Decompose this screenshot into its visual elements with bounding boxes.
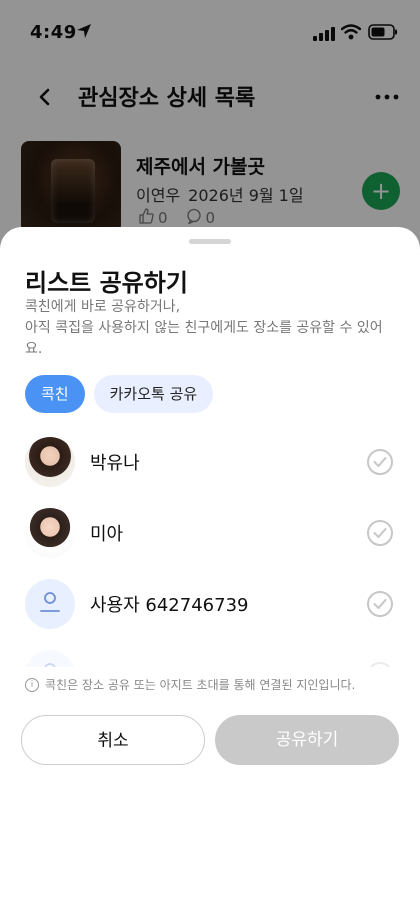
friend-row[interactable]: 박유나 bbox=[0, 432, 420, 492]
share-tabs: 콕친 카카오톡 공유 bbox=[25, 375, 214, 413]
select-check-icon[interactable] bbox=[367, 591, 393, 617]
friend-row[interactable] bbox=[0, 645, 420, 667]
avatar bbox=[25, 508, 75, 558]
share-button[interactable]: 공유하기 bbox=[215, 715, 399, 765]
avatar bbox=[25, 650, 75, 667]
sheet-title: 리스트 공유하기 bbox=[25, 269, 188, 297]
tab-kakaotalk-share[interactable]: 카카오톡 공유 bbox=[93, 375, 214, 413]
friend-list[interactable]: 박유나 미아 사용자 642746739 bbox=[0, 432, 420, 667]
avatar bbox=[25, 437, 75, 487]
sheet-grabber[interactable] bbox=[189, 239, 231, 244]
select-check-icon[interactable] bbox=[367, 662, 393, 667]
friend-row[interactable]: 사용자 642746739 bbox=[0, 574, 420, 634]
select-check-icon[interactable] bbox=[367, 520, 393, 546]
info-note-text: 콕친은 장소 공유 또는 아지트 초대를 통해 연결된 지인입니다. bbox=[45, 678, 356, 692]
friend-name: 미아 bbox=[90, 524, 124, 545]
default-user-icon bbox=[37, 589, 63, 619]
friend-row[interactable]: 미아 bbox=[0, 503, 420, 563]
share-bottom-sheet: 리스트 공유하기 콕친에게 바로 공유하거나, 아직 콕집을 사용하지 않는 친… bbox=[0, 227, 420, 909]
select-check-icon[interactable] bbox=[367, 449, 393, 475]
friend-name: 사용자 642746739 bbox=[90, 595, 249, 616]
tab-kokchin[interactable]: 콕친 bbox=[25, 375, 85, 413]
default-user-icon bbox=[37, 660, 63, 667]
cancel-button[interactable]: 취소 bbox=[21, 715, 205, 765]
info-icon: i bbox=[25, 677, 39, 692]
friend-name: 박유나 bbox=[90, 453, 140, 474]
sheet-description: 콕친에게 바로 공유하거나, 아직 콕집을 사용하지 않는 친구에게도 장소를 … bbox=[25, 299, 383, 357]
info-note: i 콕친은 장소 공유 또는 아지트 초대를 통해 연결된 지인입니다. bbox=[25, 676, 355, 693]
avatar bbox=[25, 579, 75, 629]
